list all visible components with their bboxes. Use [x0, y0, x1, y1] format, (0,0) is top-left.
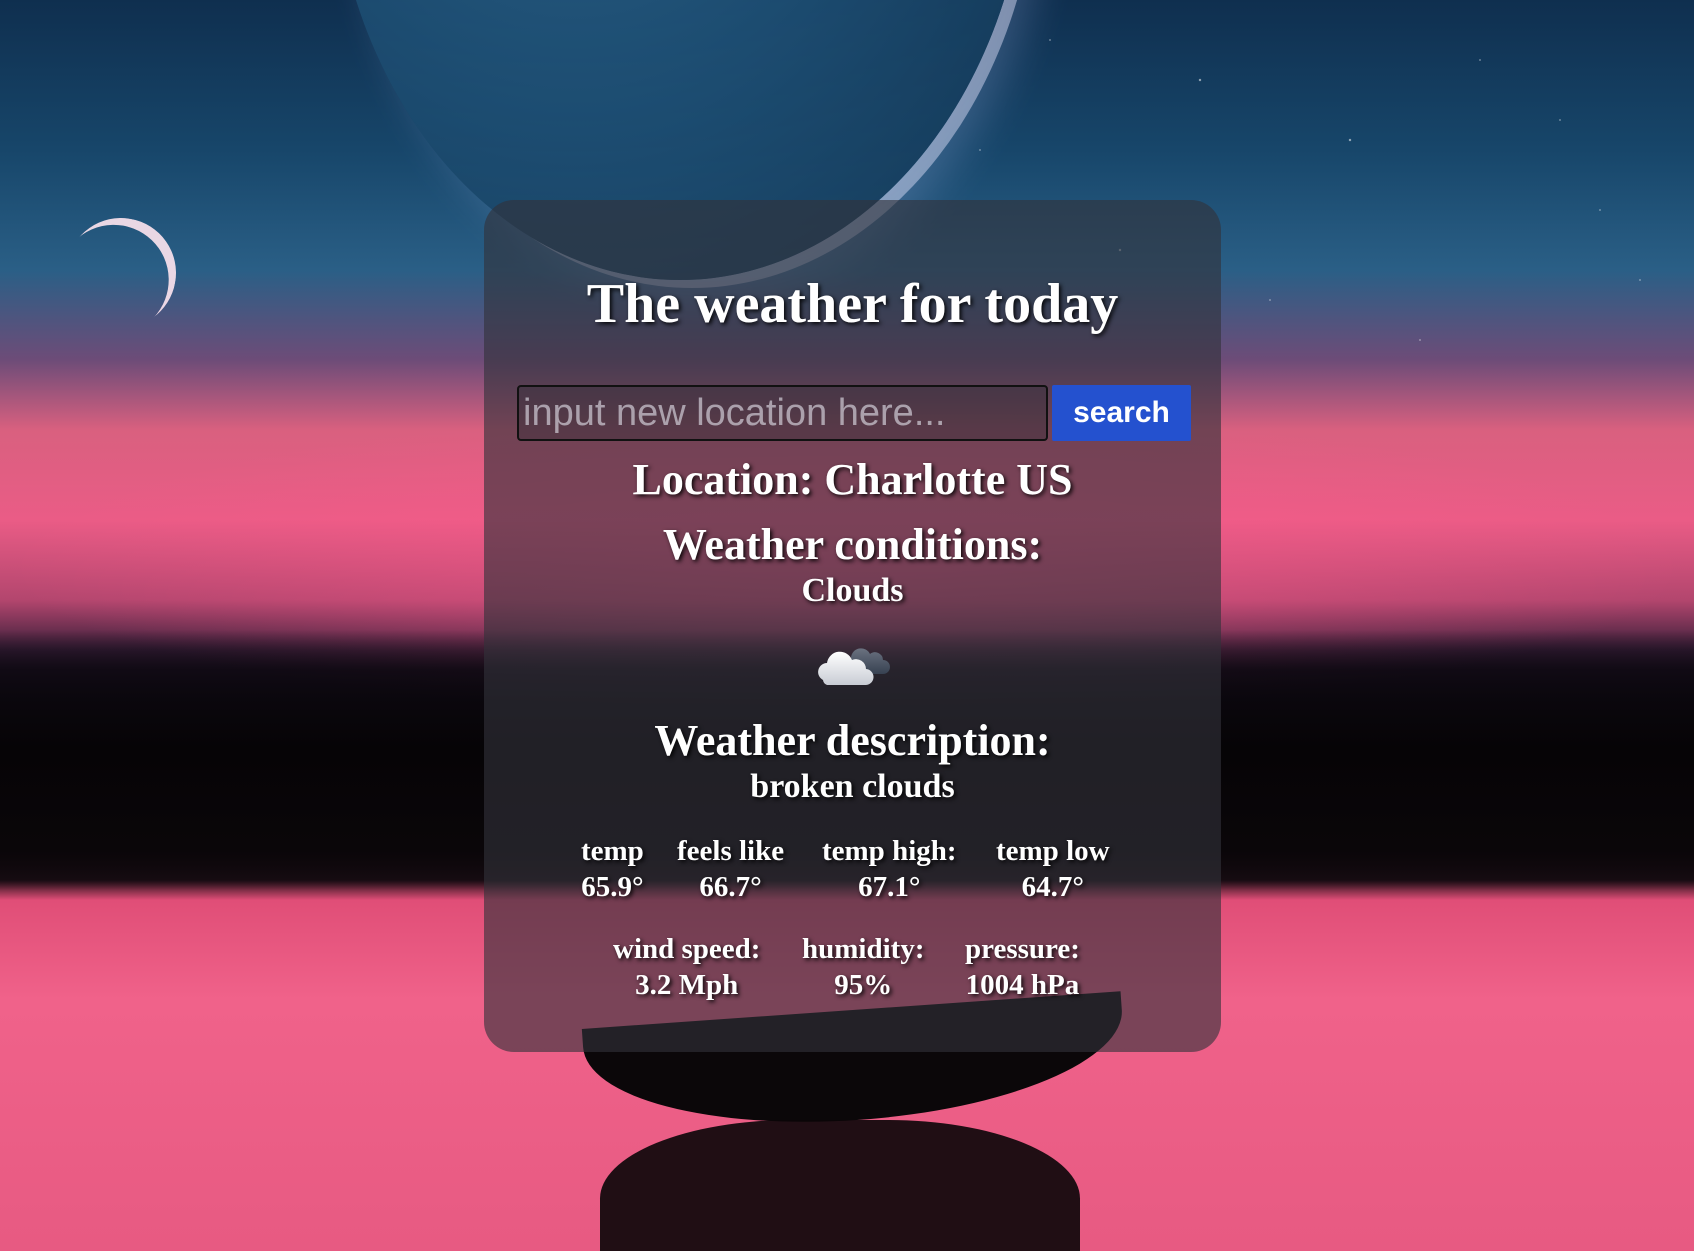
stat-label: temp high:	[822, 835, 957, 867]
location-text: Location: Charlotte US	[632, 455, 1073, 504]
stat-humidity: humidity: 95%	[802, 931, 924, 1003]
stat-value: 65.9°	[581, 871, 644, 903]
conditions-value: Clouds	[801, 572, 904, 609]
stat-wind-speed: wind speed: 3.2 Mph	[613, 931, 760, 1003]
stat-label: temp low	[996, 835, 1110, 867]
stat-label: wind speed:	[613, 933, 761, 965]
search-bar: search	[517, 385, 1191, 441]
stat-temp-high: temp high: 67.1°	[822, 833, 957, 905]
stat-value: 67.1°	[858, 871, 921, 903]
conditions-label: Weather conditions:	[662, 520, 1043, 569]
stat-value: 95%	[834, 969, 893, 1001]
search-input[interactable]	[517, 385, 1048, 441]
stat-value: 3.2 Mph	[635, 969, 739, 1001]
cloud-icon	[818, 648, 890, 686]
stat-label: temp	[581, 835, 644, 867]
stat-pressure: pressure: 1004 hPa	[965, 931, 1080, 1003]
stat-value: 66.7°	[699, 871, 762, 903]
stat-feels-like: feels like 66.7°	[677, 833, 784, 905]
search-button[interactable]: search	[1052, 385, 1191, 441]
page-title: The weather for today	[586, 273, 1119, 335]
description-label: Weather description:	[654, 716, 1051, 765]
boat-reflection	[600, 1120, 1080, 1251]
stat-label: humidity:	[802, 933, 925, 965]
stat-temp-low: temp low 64.7°	[996, 833, 1110, 905]
description-value: broken clouds	[750, 768, 955, 805]
stat-label: feels like	[677, 835, 785, 867]
stat-value: 64.7°	[1021, 871, 1084, 903]
weather-card: The weather for today search Location: C…	[484, 200, 1221, 1052]
stat-value: 1004 hPa	[965, 969, 1080, 1001]
stat-label: pressure:	[965, 933, 1080, 965]
stat-temp: temp 65.9°	[581, 833, 644, 905]
